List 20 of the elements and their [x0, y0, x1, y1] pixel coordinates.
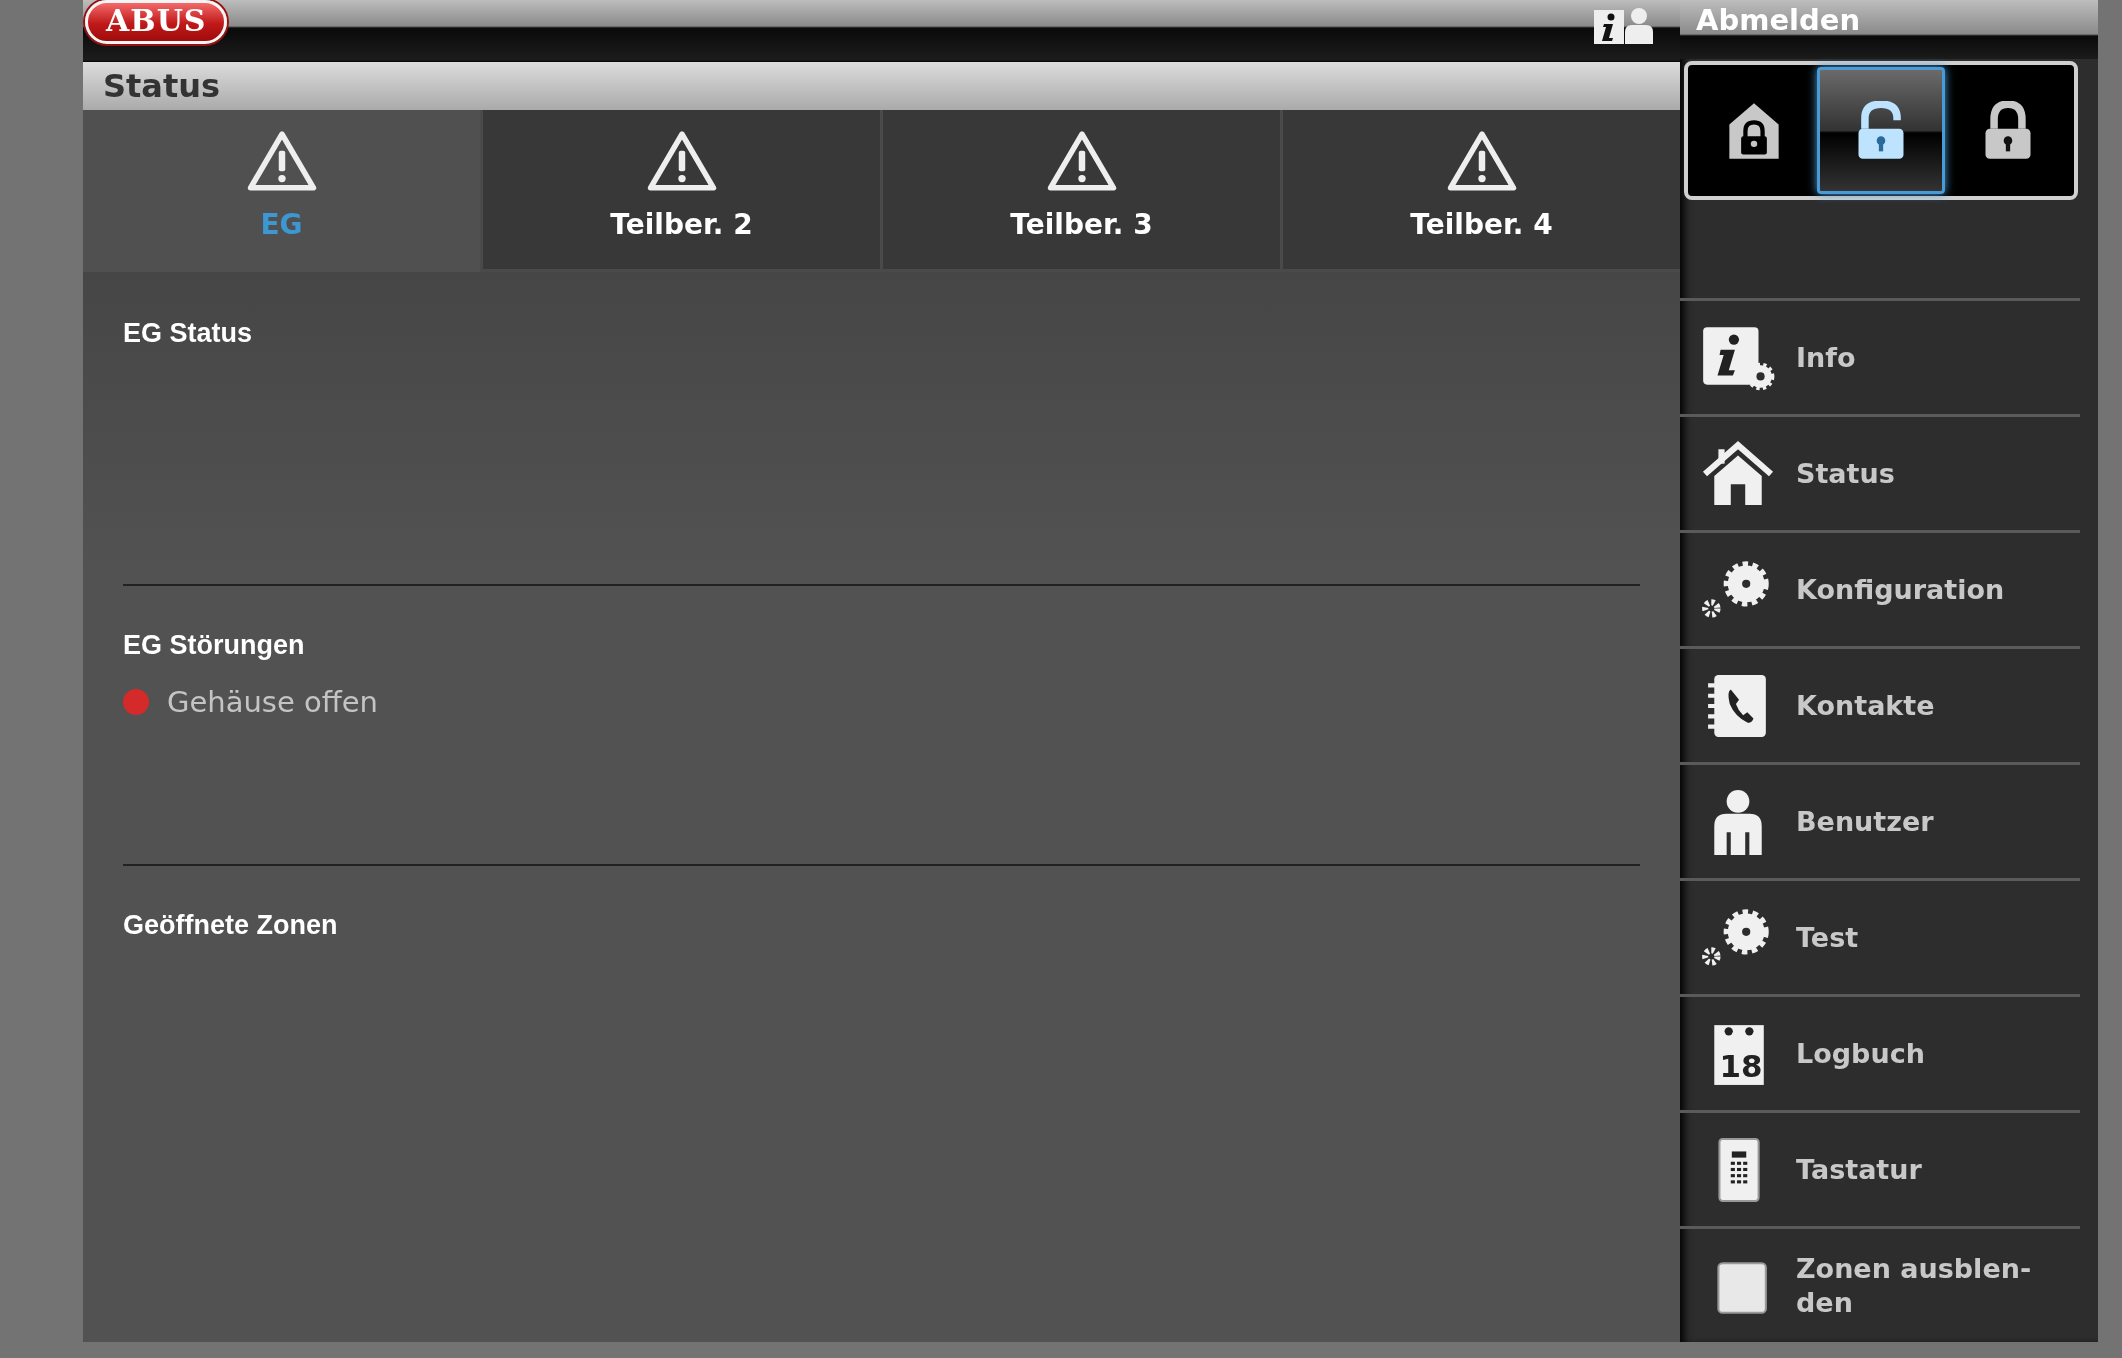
- fault-text: Gehäuse offen: [167, 685, 378, 719]
- section-title: EG Störungen: [123, 630, 306, 661]
- info-user-icon[interactable]: [1594, 5, 1654, 45]
- arm-mode-button[interactable]: [1817, 67, 1945, 194]
- tab[interactable]: Teilber. 4: [1280, 110, 1680, 272]
- menu-item[interactable]: Tastatur: [1680, 1110, 2080, 1226]
- menu-item[interactable]: Kontakte: [1680, 646, 2080, 762]
- menu-item[interactable]: Test: [1680, 878, 2080, 994]
- menu-item[interactable]: Info: [1680, 298, 2080, 414]
- menu-item[interactable]: Konfiguration: [1680, 530, 2080, 646]
- section-title: Geöffnete Zonen: [123, 910, 339, 941]
- menu-item[interactable]: Status: [1680, 414, 2080, 530]
- tab[interactable]: Teilber. 2: [480, 110, 880, 272]
- menu-item[interactable]: 18 Logbuch: [1680, 994, 2080, 1110]
- page-title: Status: [103, 67, 221, 105]
- menu-item[interactable]: Benutzer: [1680, 762, 2080, 878]
- logo: ABUS: [85, 0, 228, 44]
- section-title: EG Status: [123, 318, 254, 349]
- tab[interactable]: Teilber. 3: [880, 110, 1280, 272]
- menu-item[interactable]: Zonen ausblen-den: [1680, 1226, 2080, 1342]
